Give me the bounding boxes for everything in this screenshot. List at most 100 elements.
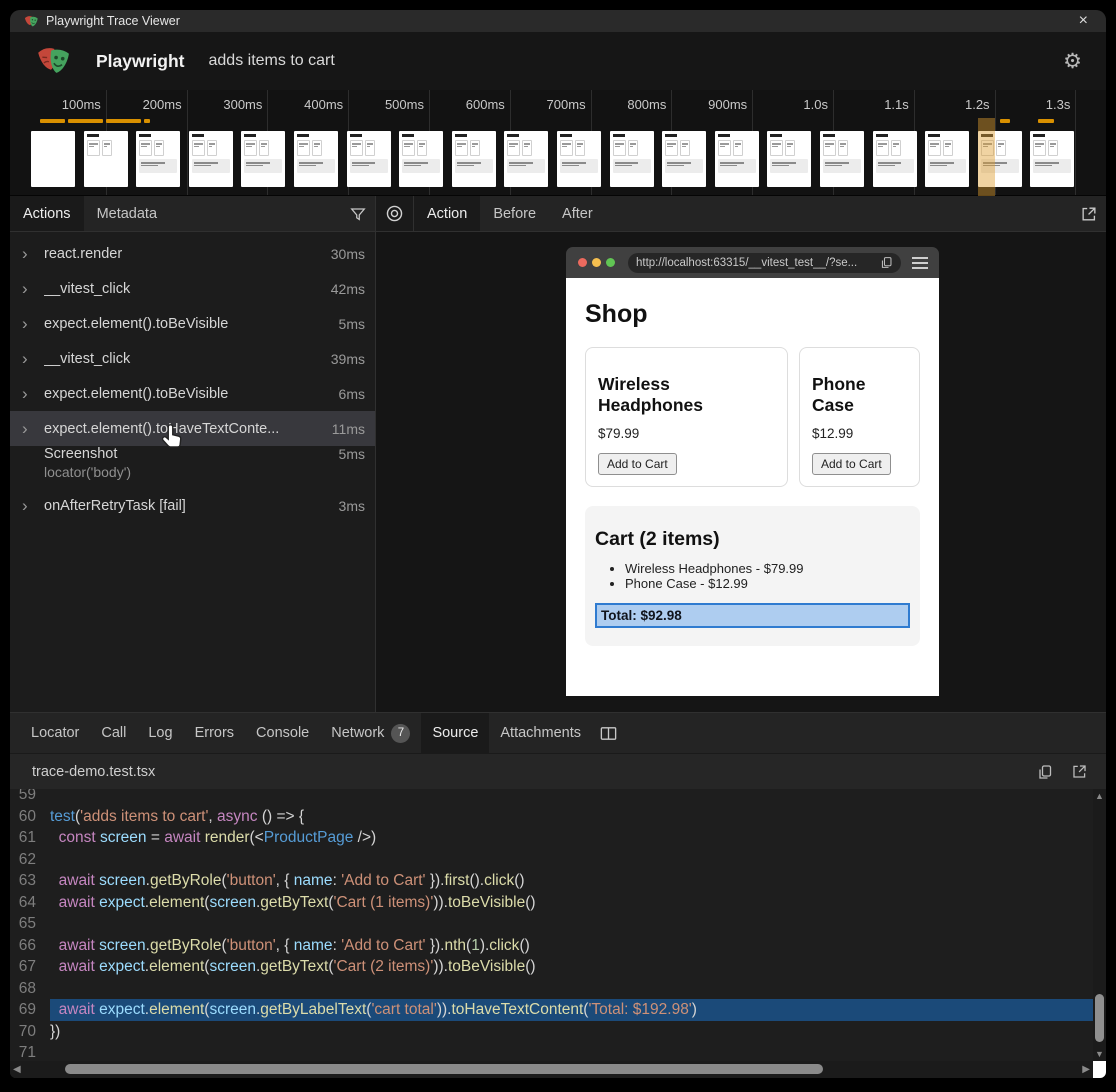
expand-chevron-icon[interactable]: › [22,499,44,513]
scrollbar-corner [1093,1061,1106,1078]
expand-chevron-icon[interactable]: › [22,422,44,436]
horizontal-scroll-thumb[interactable] [65,1064,823,1074]
screen: Playwright Trace Viewer × Playwright add… [0,0,1116,1092]
film-strip-thumbnail[interactable] [925,131,969,187]
film-strip-thumbnail[interactable] [241,131,285,187]
pick-locator-icon[interactable] [376,196,414,231]
film-strip-thumbnail[interactable] [715,131,759,187]
expand-chevron-icon[interactable]: › [22,352,44,366]
action-row[interactable]: ›expect.element().toBeVisible5ms [10,306,375,341]
film-strip-thumbnail[interactable] [873,131,917,187]
source-file-bar: trace-demo.test.tsx [10,753,1106,789]
action-row[interactable]: ›expect.element().toHaveTextConte...11ms [10,411,375,446]
open-external-icon[interactable] [1072,196,1106,231]
action-row[interactable]: ›expect.element().toBeVisible6ms [10,376,375,411]
tab-actions[interactable]: Actions [10,196,84,231]
code-line: 68 [10,978,1093,1000]
copy-url-icon[interactable] [880,256,893,269]
code-line: 61 const screen = await render(<ProductP… [10,827,1093,849]
product-name: Wireless Headphones [598,374,775,416]
film-strip-thumbnail[interactable] [1030,131,1074,187]
film-strip-thumbnail[interactable] [347,131,391,187]
action-duration: 5ms [339,446,365,462]
code-line: 67 await expect.element(screen.getByText… [10,956,1093,978]
code-line: 59 [10,789,1093,806]
film-strip-thumbnail[interactable] [820,131,864,187]
code-line: 60test('adds items to cart', async () =>… [10,806,1093,828]
film-strip-thumbnail[interactable] [557,131,601,187]
filter-icon[interactable] [341,196,375,231]
action-label: __vitest_click [44,351,323,367]
film-strip-thumbnail[interactable] [136,131,180,187]
expand-chevron-icon[interactable]: › [22,247,44,261]
product-name: Phone Case [812,374,907,416]
action-row[interactable]: Screenshot5mslocator('body') [10,446,375,488]
split-view-icon[interactable] [592,713,626,753]
cart-items: Wireless Headphones - $79.99Phone Case -… [595,561,910,591]
code-line: 66 await screen.getByRole('button', { na… [10,935,1093,957]
settings-gear-icon[interactable]: ⚙ [1059,49,1086,74]
tab-call[interactable]: Call [90,713,137,753]
film-strip-thumbnail[interactable] [399,131,443,187]
menu-icon [911,256,929,270]
open-source-external-icon[interactable] [1062,763,1096,780]
expand-chevron-icon[interactable]: › [22,387,44,401]
film-strip-thumbnail[interactable] [504,131,548,187]
expand-chevron-icon[interactable]: › [22,317,44,331]
film-strip-thumbnail[interactable] [31,131,75,187]
add-to-cart-button[interactable]: Add to Cart [598,453,677,475]
film-strip-thumbnail[interactable] [610,131,654,187]
timeline[interactable]: 100ms200ms300ms400ms500ms600ms700ms800ms… [10,90,1106,196]
film-strip-thumbnail[interactable] [452,131,496,187]
tab-network[interactable]: Network7 [320,713,421,753]
tab-before[interactable]: Before [480,196,549,231]
tab-errors[interactable]: Errors [184,713,245,753]
action-duration: 5ms [339,316,365,332]
tab-console[interactable]: Console [245,713,320,753]
product-price: $79.99 [598,426,775,441]
close-button[interactable]: × [1071,13,1096,29]
line-number: 63 [10,870,50,892]
address-bar: http://localhost:63315/__vitest_test__/?… [628,253,901,273]
film-strip-thumbnail[interactable] [294,131,338,187]
action-label: Screenshot [44,446,331,462]
film-strip[interactable] [10,131,1106,187]
horizontal-scrollbar[interactable]: ◀ ▶ [10,1061,1093,1078]
cart-title: Cart (2 items) [595,528,910,551]
film-strip-thumbnail[interactable] [662,131,706,187]
film-strip-thumbnail[interactable] [189,131,233,187]
tab-attachments[interactable]: Attachments [489,713,592,753]
product-price: $12.99 [812,426,907,441]
actions-list: ›react.render30ms›__vitest_click42ms›exp… [10,232,375,712]
action-duration: 11ms [332,421,365,437]
line-number: 64 [10,892,50,914]
add-to-cart-button[interactable]: Add to Cart [812,453,891,475]
action-row[interactable]: ›react.render30ms [10,236,375,271]
film-strip-thumbnail[interactable] [767,131,811,187]
tab-metadata[interactable]: Metadata [84,196,170,231]
action-row[interactable]: ›onAfterRetryTask [fail]3ms [10,488,375,523]
vertical-scroll-thumb[interactable] [1095,994,1104,1042]
line-number: 65 [10,913,50,935]
copy-source-icon[interactable] [1028,764,1062,780]
tab-label: Errors [195,725,234,741]
line-number: 61 [10,827,50,849]
tab-log[interactable]: Log [137,713,183,753]
film-strip-thumbnail[interactable] [84,131,128,187]
tab-label: Source [432,725,478,741]
browser-chrome: http://localhost:63315/__vitest_test__/?… [566,247,939,278]
tab-after[interactable]: After [549,196,606,231]
timeline-scrub-marker [978,118,995,196]
vertical-scrollbar[interactable]: ▲ ▼ [1093,789,1106,1061]
expand-chevron-icon[interactable]: › [22,282,44,296]
action-row[interactable]: ›__vitest_click42ms [10,271,375,306]
tab-source[interactable]: Source [421,713,489,753]
tab-action[interactable]: Action [414,196,480,231]
code-line: 64 await expect.element(screen.getByText… [10,892,1093,914]
tab-locator[interactable]: Locator [20,713,90,753]
tab-label: Log [148,725,172,741]
timeline-action-bar [1000,119,1010,123]
action-row[interactable]: ›__vitest_click39ms [10,341,375,376]
line-number: 70 [10,1021,50,1043]
snapshot-tabbar: Action Before After [376,196,1106,232]
